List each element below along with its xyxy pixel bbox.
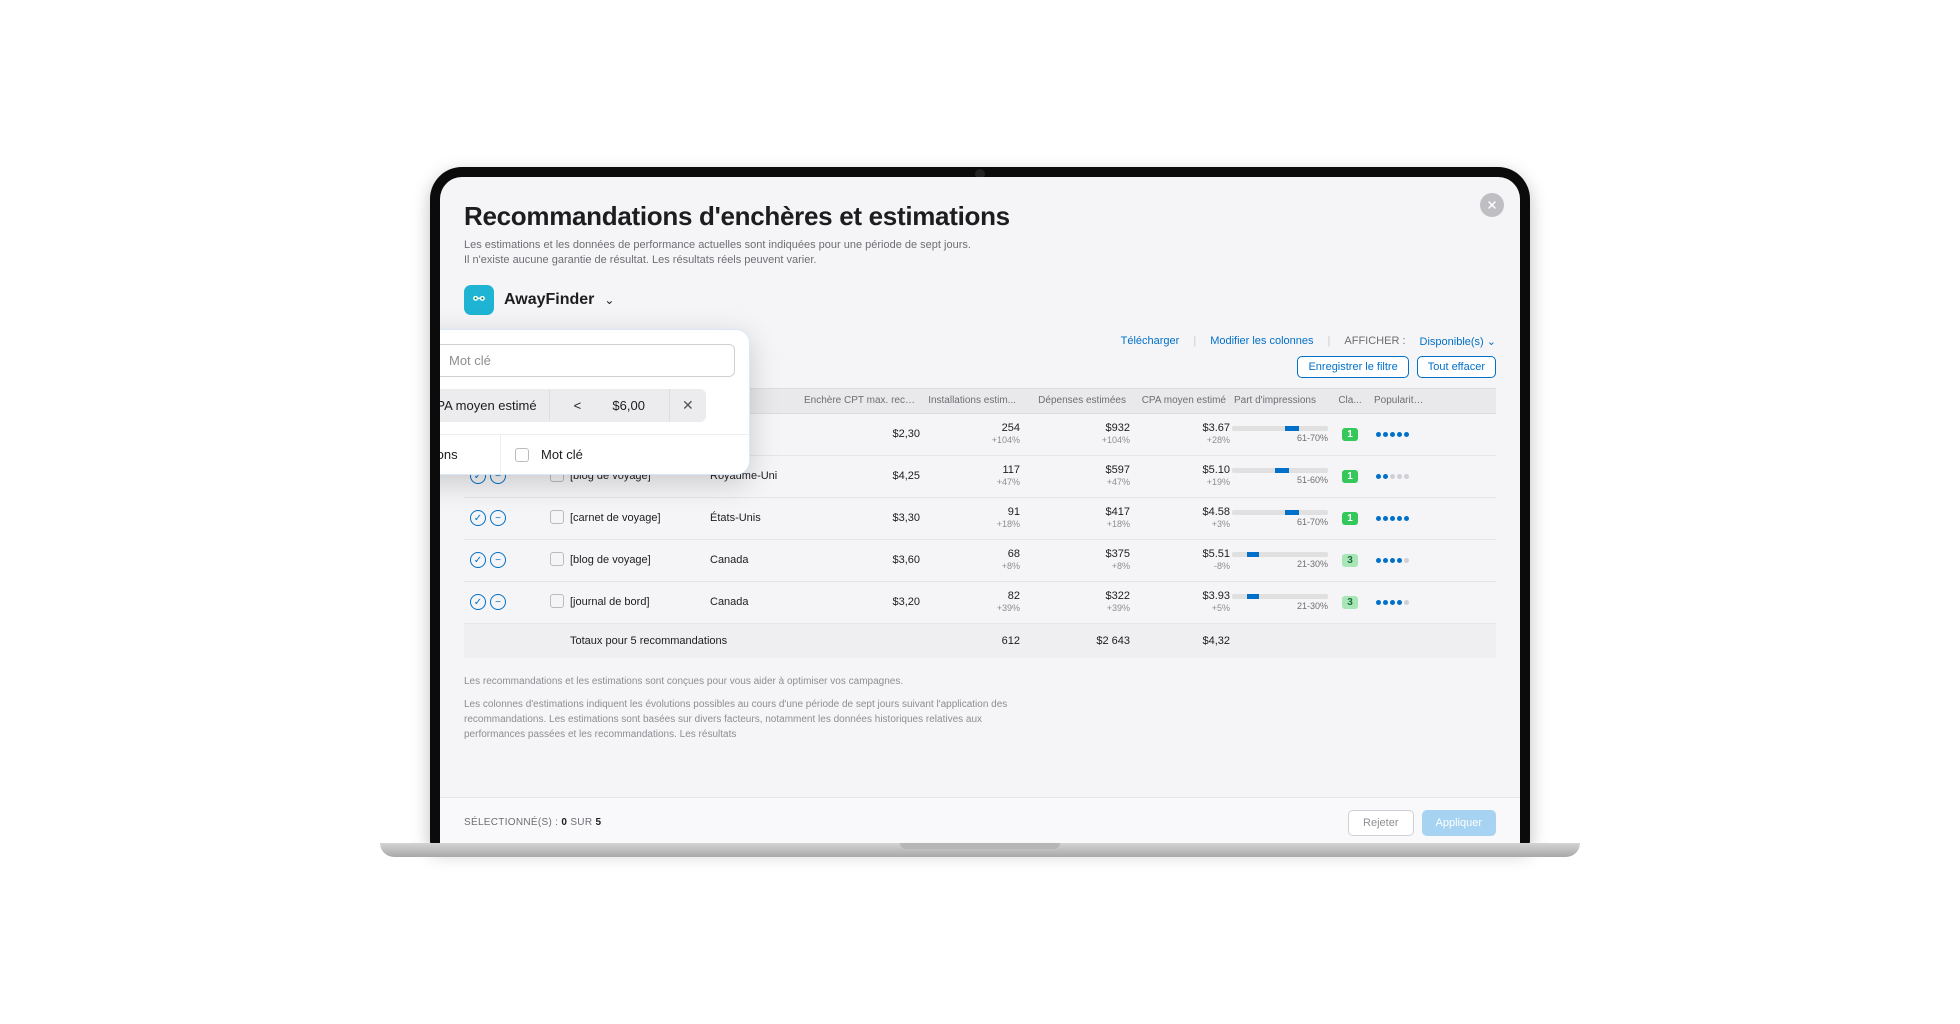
apply-button[interactable]: Appliquer bbox=[1422, 810, 1496, 836]
bottom-bar: SÉLECTIONNÉ(S) : 0 SUR 5 Rejeter Appliqu… bbox=[440, 797, 1520, 847]
search-icon bbox=[440, 353, 441, 368]
cpa-cell: $5.10+19% bbox=[1130, 464, 1230, 488]
table-row: ✓ − [carnet de voyage] États-Unis $3,30 … bbox=[464, 498, 1496, 540]
spend-cell: $597+47% bbox=[1020, 464, 1130, 488]
region-cell: États-Unis bbox=[710, 512, 800, 524]
installs-cell: 117+47% bbox=[920, 464, 1020, 488]
rank-cell: 3 bbox=[1330, 554, 1370, 567]
keyword-cell: [journal de bord] bbox=[570, 596, 710, 608]
bid-cell: $4,25 bbox=[800, 470, 920, 482]
rank-cell: 1 bbox=[1330, 428, 1370, 441]
bid-cell: $3,20 bbox=[800, 596, 920, 608]
chip-label: CPA moyen estimé bbox=[440, 390, 549, 421]
totals-row: Totaux pour 5 recommandations 612 $2 643… bbox=[464, 624, 1496, 658]
keyword-cell: [blog de voyage] bbox=[570, 554, 710, 566]
installs-cell: 68+8% bbox=[920, 548, 1020, 572]
page-subtitle: Les estimations et les données de perfor… bbox=[464, 238, 1496, 269]
popularity-cell bbox=[1370, 600, 1430, 605]
popover-actions-label: Actions bbox=[440, 435, 501, 474]
impression-share-cell: 51-60% bbox=[1230, 468, 1330, 485]
app-name: AwayFinder bbox=[504, 291, 594, 309]
app-icon bbox=[464, 285, 494, 315]
search-placeholder: Mot clé bbox=[449, 353, 491, 368]
rank-cell: 1 bbox=[1330, 512, 1370, 525]
impression-share-cell: 61-70% bbox=[1230, 426, 1330, 443]
bid-cell: $3,60 bbox=[800, 554, 920, 566]
chip-remove-button[interactable]: ✕ bbox=[669, 389, 706, 422]
popover-keyword-label: Mot clé bbox=[541, 447, 583, 462]
select-all-checkbox[interactable] bbox=[515, 448, 529, 462]
accept-icon[interactable]: ✓ bbox=[470, 552, 486, 568]
clear-all-button[interactable]: Tout effacer bbox=[1417, 356, 1496, 378]
spend-cell: $375+8% bbox=[1020, 548, 1130, 572]
installs-cell: 91+18% bbox=[920, 506, 1020, 530]
installs-cell: 82+39% bbox=[920, 590, 1020, 614]
display-dropdown[interactable]: Disponible(s) ⌄ bbox=[1420, 335, 1496, 348]
impression-share-cell: 21-30% bbox=[1230, 552, 1330, 569]
popularity-cell bbox=[1370, 516, 1430, 521]
installs-cell: 254+104% bbox=[920, 422, 1020, 446]
download-link[interactable]: Télécharger bbox=[1121, 335, 1180, 347]
table-row: ✓ − [blog de voyage] Canada $3,60 68+8% … bbox=[464, 540, 1496, 582]
accept-icon[interactable]: ✓ bbox=[470, 594, 486, 610]
chevron-down-icon: ⌄ bbox=[604, 293, 614, 307]
bid-cell: $3,30 bbox=[800, 512, 920, 524]
region-cell: Canada bbox=[710, 554, 800, 566]
page-title: Recommandations d'enchères et estimation… bbox=[464, 201, 1496, 232]
modify-columns-link[interactable]: Modifier les colonnes bbox=[1210, 335, 1313, 347]
search-input[interactable]: Mot clé bbox=[440, 344, 735, 377]
row-checkbox[interactable] bbox=[550, 594, 564, 608]
rank-cell: 1 bbox=[1330, 470, 1370, 483]
spend-cell: $932+104% bbox=[1020, 422, 1130, 446]
spend-cell: $417+18% bbox=[1020, 506, 1130, 530]
save-filter-button[interactable]: Enregistrer le filtre bbox=[1297, 356, 1408, 378]
popularity-cell bbox=[1370, 558, 1430, 563]
rank-cell: 3 bbox=[1330, 596, 1370, 609]
keyword-cell: [carnet de voyage] bbox=[570, 512, 710, 524]
bid-cell: $2,30 bbox=[800, 428, 920, 440]
reject-button[interactable]: Rejeter bbox=[1348, 810, 1413, 836]
reject-icon[interactable]: − bbox=[490, 594, 506, 610]
cpa-cell: $4.58+3% bbox=[1130, 506, 1230, 530]
app-selector[interactable]: AwayFinder ⌄ bbox=[464, 285, 1496, 315]
cpa-cell: $5.51-8% bbox=[1130, 548, 1230, 572]
close-button[interactable] bbox=[1480, 193, 1504, 217]
filter-chip[interactable]: CPA moyen estimé < $6,00 ✕ bbox=[440, 389, 706, 422]
cpa-cell: $3.67+28% bbox=[1130, 422, 1230, 446]
region-cell: Canada bbox=[710, 596, 800, 608]
selection-count: SÉLECTIONNÉ(S) : 0 SUR 5 bbox=[464, 817, 601, 828]
footnotes: Les recommandations et les estimations s… bbox=[464, 674, 1024, 742]
filter-popover: Mot clé CPA moyen estimé < $6,00 ✕ Actio… bbox=[440, 329, 750, 475]
row-checkbox[interactable] bbox=[550, 510, 564, 524]
reject-icon[interactable]: − bbox=[490, 510, 506, 526]
popularity-cell bbox=[1370, 474, 1430, 479]
cpa-cell: $3.93+5% bbox=[1130, 590, 1230, 614]
display-label: AFFICHER : bbox=[1344, 335, 1405, 347]
row-checkbox[interactable] bbox=[550, 552, 564, 566]
accept-icon[interactable]: ✓ bbox=[470, 510, 486, 526]
chip-operator: < $6,00 bbox=[549, 390, 669, 421]
table-row: ✓ − [journal de bord] Canada $3,20 82+39… bbox=[464, 582, 1496, 624]
impression-share-cell: 61-70% bbox=[1230, 510, 1330, 527]
spend-cell: $322+39% bbox=[1020, 590, 1130, 614]
popularity-cell bbox=[1370, 432, 1430, 437]
reject-icon[interactable]: − bbox=[490, 552, 506, 568]
impression-share-cell: 21-30% bbox=[1230, 594, 1330, 611]
